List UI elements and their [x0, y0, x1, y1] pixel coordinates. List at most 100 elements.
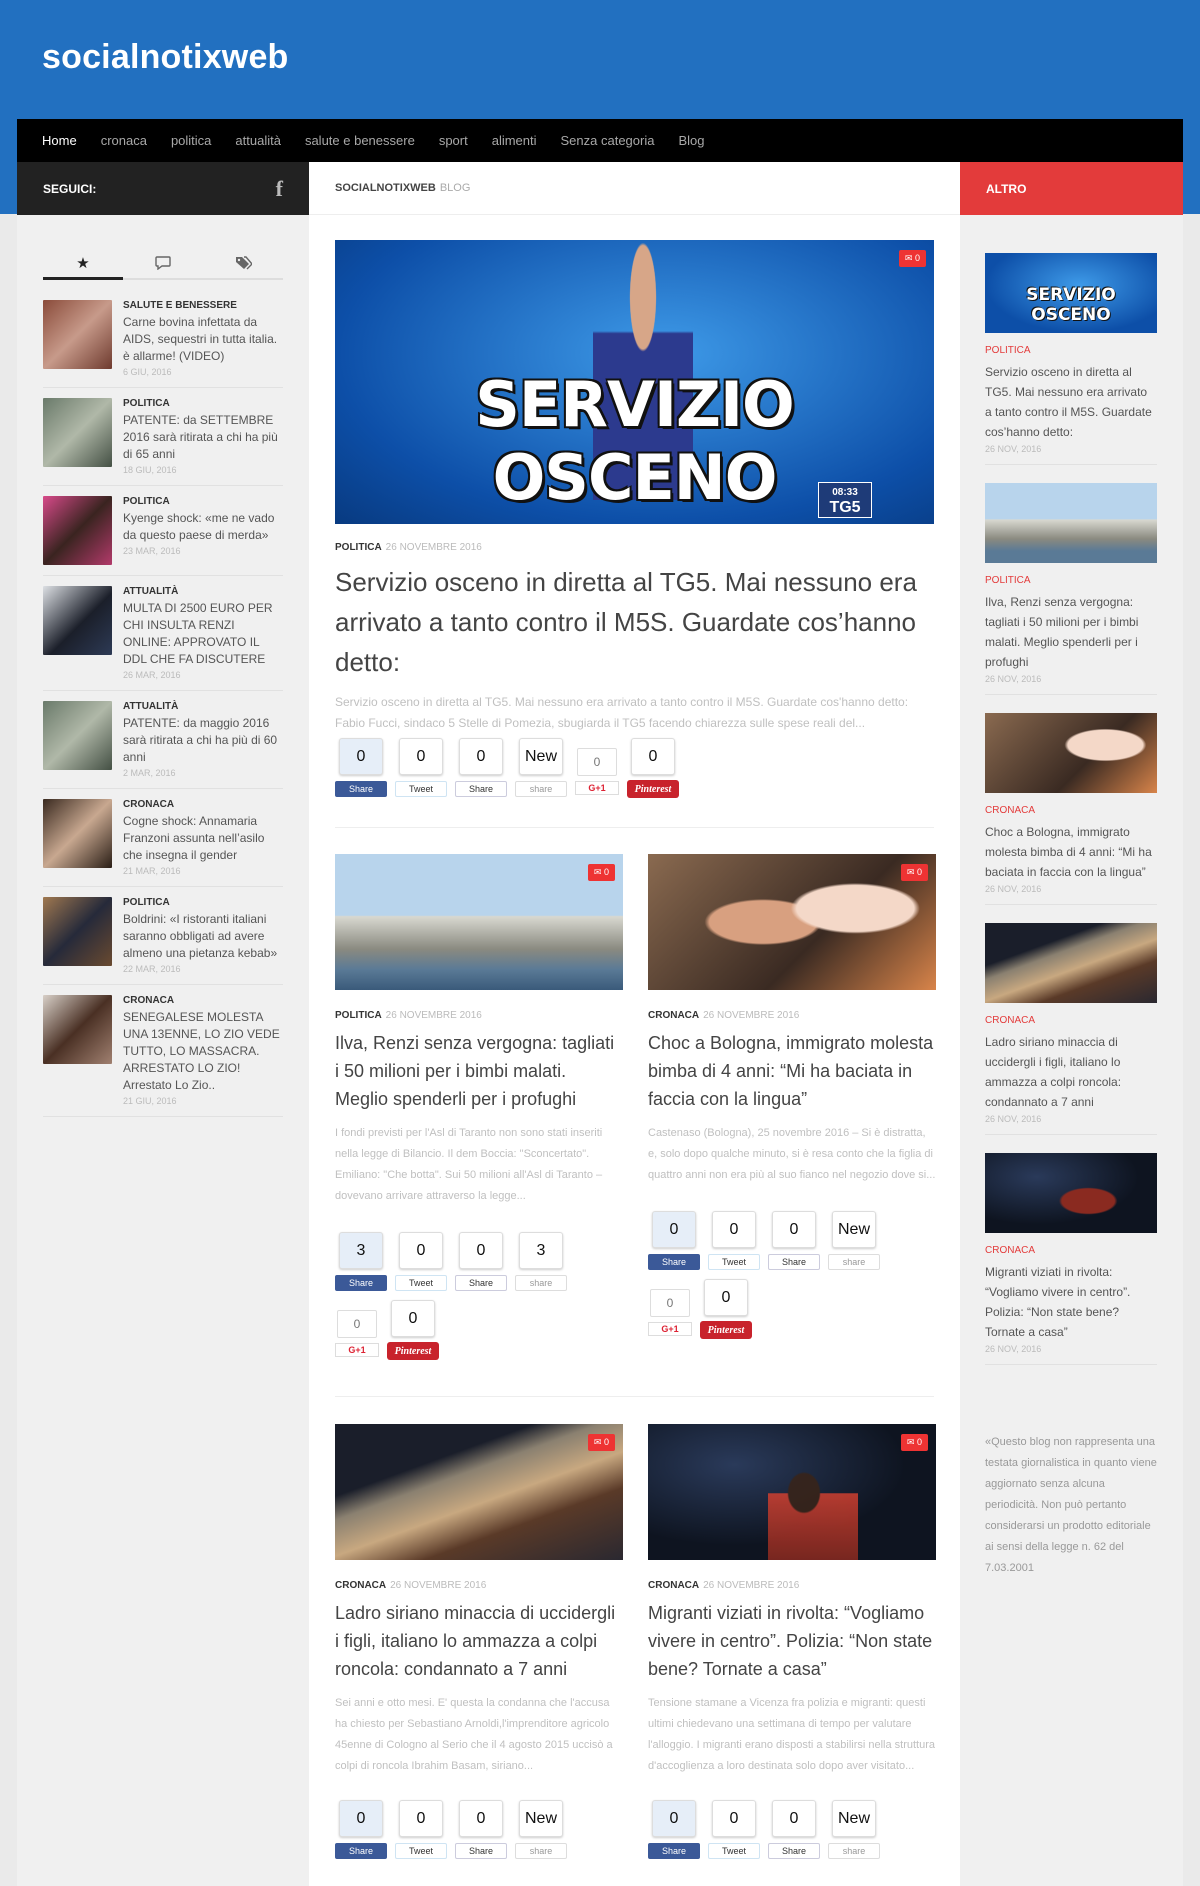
post-thumbnail[interactable]	[43, 995, 112, 1064]
post-title[interactable]: Ilva, Renzi senza vergogna: tagliati i 5…	[985, 592, 1157, 672]
twitter-share[interactable]: 0 Tweet	[395, 1232, 447, 1291]
post-title[interactable]: Ladro siriano minaccia di uccidergli i f…	[335, 1599, 623, 1683]
post-title[interactable]: Ilva, Renzi senza vergogna: tagliati i 5…	[335, 1029, 623, 1113]
post-thumbnail[interactable]	[43, 398, 112, 467]
site-title[interactable]: socialnotixweb	[42, 38, 289, 77]
post-title[interactable]: Migranti viziati in rivolta: “Vogliamo v…	[985, 1262, 1157, 1342]
generic-share[interactable]: New share	[515, 1800, 567, 1859]
post-title[interactable]: Ladro siriano minaccia di uccidergli i f…	[985, 1032, 1157, 1112]
post-thumbnail[interactable]	[43, 701, 112, 770]
pinterest-button[interactable]: 0 Pinterest	[700, 1279, 752, 1339]
post-title[interactable]: Choc a Bologna, immigrato molesta bimba …	[648, 1029, 936, 1113]
generic-share[interactable]: New share	[828, 1800, 880, 1859]
list-item[interactable]: POLITICA Boldrini: «I ristoranti italiani…	[43, 887, 283, 985]
post-category[interactable]: POLITICA	[123, 496, 283, 507]
facebook-share[interactable]: 0 Share	[648, 1800, 700, 1859]
google-plus-button[interactable]: 0 G+1	[648, 1289, 692, 1339]
post-thumbnail[interactable]	[43, 799, 112, 868]
nav-item-salute[interactable]: salute e benessere	[305, 133, 415, 148]
linkedin-share[interactable]: 0 Share	[455, 1800, 507, 1859]
list-item[interactable]: POLITICA Ilva, Renzi senza vergogna: tag…	[985, 483, 1157, 695]
featured-image[interactable]: SERVIZIO OSCENO 08:33 TG5 ✉ 0	[335, 240, 934, 524]
post-thumbnail[interactable]	[43, 586, 112, 655]
post-category[interactable]: SALUTE E BENESSERE	[123, 300, 283, 311]
post-image[interactable]	[985, 483, 1157, 563]
post-category[interactable]: ATTUALITÀ	[123, 701, 283, 712]
post-category[interactable]: POLITICA	[985, 345, 1157, 356]
comment-count-badge[interactable]: ✉ 0	[587, 864, 615, 881]
twitter-share[interactable]: 0 Tweet	[708, 1211, 760, 1270]
twitter-share[interactable]: 0 Tweet	[395, 1800, 447, 1859]
post-title[interactable]: Migranti viziati in rivolta: “Vogliamo v…	[648, 1599, 936, 1683]
nav-item-alimenti[interactable]: alimenti	[492, 133, 537, 148]
post-category[interactable]: CRONACA	[123, 799, 283, 810]
facebook-share[interactable]: 0 Share	[648, 1211, 700, 1270]
nav-item-home[interactable]: Home	[42, 133, 77, 148]
post-image[interactable]: ✉ 0	[648, 854, 936, 990]
post-thumbnail[interactable]	[43, 496, 112, 565]
post-category[interactable]: POLITICA	[985, 575, 1157, 586]
post-title[interactable]: Boldrini: «I ristoranti italiani saranno…	[123, 911, 283, 962]
post-category[interactable]: POLITICA	[123, 897, 283, 908]
post-thumbnail[interactable]	[43, 300, 112, 369]
post-title[interactable]: PATENTE: da maggio 2016 sarà ritirata a …	[123, 715, 283, 766]
nav-item-attualita[interactable]: attualità	[235, 133, 281, 148]
tab-tags[interactable]	[203, 248, 283, 278]
list-item[interactable]: CRONACA Migranti viziati in rivolta: “Vo…	[985, 1153, 1157, 1365]
list-item[interactable]: SERVIZIO OSCENO POLITICA Servizio osceno…	[985, 253, 1157, 465]
post-image[interactable]: ✉ 0	[335, 854, 623, 990]
facebook-share[interactable]: 0 Share	[335, 738, 387, 798]
post-title[interactable]: Kyenge shock: «me ne vado da questo paes…	[123, 510, 283, 544]
facebook-share[interactable]: 0 Share	[335, 1800, 387, 1859]
nav-item-cronaca[interactable]: cronaca	[101, 133, 147, 148]
tab-popular[interactable]: ★	[43, 248, 123, 280]
post-image[interactable]: SERVIZIO OSCENO	[985, 253, 1157, 333]
post-category[interactable]: POLITICA	[123, 398, 283, 409]
list-item[interactable]: POLITICA PATENTE: da SETTEMBRE 2016 sarà …	[43, 388, 283, 486]
nav-item-sport[interactable]: sport	[439, 133, 468, 148]
post-image[interactable]: ✉ 0	[335, 1424, 623, 1560]
twitter-share[interactable]: 0 Tweet	[395, 738, 447, 798]
post-category[interactable]: ATTUALITÀ	[123, 586, 283, 597]
tab-comments[interactable]	[123, 248, 203, 278]
list-item[interactable]: ATTUALITÀ PATENTE: da maggio 2016 sarà ri…	[43, 691, 283, 789]
list-item[interactable]: CRONACA SENEGALESE MOLESTA UNA 13ENNE, LO…	[43, 985, 283, 1117]
post-category[interactable]: CRONACA	[985, 1015, 1157, 1026]
facebook-share[interactable]: 3 Share	[335, 1232, 387, 1291]
post-title[interactable]: Carne bovina infettata da AIDS, sequestr…	[123, 314, 283, 365]
nav-item-politica[interactable]: politica	[171, 133, 211, 148]
pinterest-button[interactable]: 0 Pinterest	[627, 738, 679, 798]
list-item[interactable]: ATTUALITÀ MULTA DI 2500 EURO PER CHI INSU…	[43, 576, 283, 691]
post-thumbnail[interactable]	[43, 897, 112, 966]
linkedin-share[interactable]: 0 Share	[455, 738, 507, 798]
post-category[interactable]: CRONACA	[335, 1580, 386, 1591]
google-plus-button[interactable]: 0 G+1	[335, 1310, 379, 1360]
comment-count-badge[interactable]: ✉ 0	[898, 250, 926, 267]
post-category[interactable]: CRONACA	[985, 1245, 1157, 1256]
list-item[interactable]: CRONACA Ladro siriano minaccia di uccide…	[985, 923, 1157, 1135]
post-title[interactable]: Servizio osceno in diretta al TG5. Mai n…	[985, 362, 1157, 442]
post-image[interactable]	[985, 713, 1157, 793]
post-image[interactable]: ✉ 0	[648, 1424, 936, 1560]
post-category[interactable]: CRONACA	[648, 1010, 699, 1021]
generic-share[interactable]: New share	[515, 738, 567, 798]
linkedin-share[interactable]: 0 Share	[768, 1800, 820, 1859]
post-category[interactable]: CRONACA	[985, 805, 1157, 816]
post-title[interactable]: PATENTE: da SETTEMBRE 2016 sarà ritirata…	[123, 412, 283, 463]
post-title[interactable]: Choc a Bologna, immigrato molesta bimba …	[985, 822, 1157, 882]
post-category[interactable]: CRONACA	[123, 995, 283, 1006]
generic-share[interactable]: New share	[828, 1211, 880, 1270]
linkedin-share[interactable]: 0 Share	[455, 1232, 507, 1291]
post-image[interactable]	[985, 1153, 1157, 1233]
linkedin-share[interactable]: 0 Share	[768, 1211, 820, 1270]
post-title[interactable]: SENEGALESE MOLESTA UNA 13ENNE, LO ZIO VE…	[123, 1009, 283, 1094]
comment-count-badge[interactable]: ✉ 0	[587, 1434, 615, 1451]
nav-item-blog[interactable]: Blog	[678, 133, 704, 148]
nav-item-senza-categoria[interactable]: Senza categoria	[561, 133, 655, 148]
post-category[interactable]: POLITICA	[335, 1010, 382, 1021]
post-category[interactable]: POLITICA	[335, 542, 382, 553]
google-plus-button[interactable]: 0 G+1	[575, 748, 619, 798]
post-title[interactable]: MULTA DI 2500 EURO PER CHI INSULTA RENZI…	[123, 600, 283, 668]
post-category[interactable]: CRONACA	[648, 1580, 699, 1591]
post-image[interactable]	[985, 923, 1157, 1003]
